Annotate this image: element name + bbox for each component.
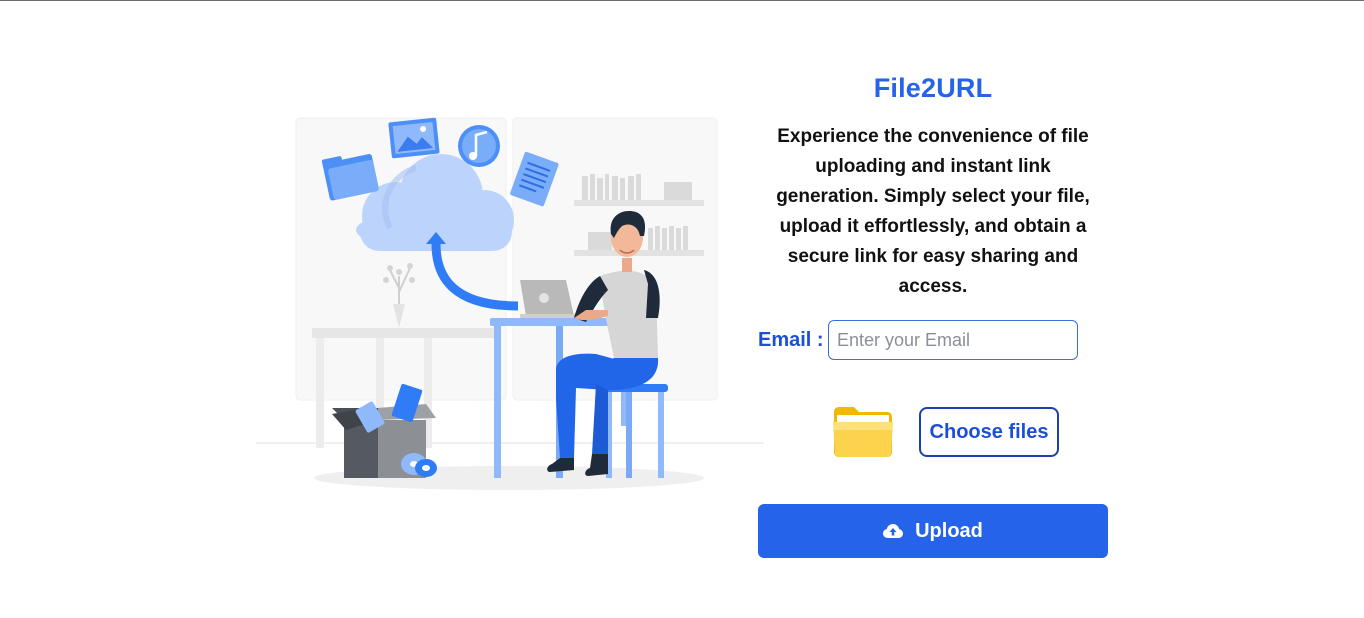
upload-form: Email : Choose files Upload <box>758 70 1108 570</box>
window-top-border <box>0 0 1364 1</box>
upload-button[interactable]: Upload <box>758 504 1108 558</box>
file-upload-illustration <box>256 117 764 490</box>
cloud-upload-icon <box>883 524 904 538</box>
upload-button-label: Upload <box>915 519 983 542</box>
email-row: Email : <box>758 320 1108 360</box>
email-label: Email : <box>758 329 824 351</box>
email-input[interactable] <box>828 320 1078 360</box>
folder-icon <box>833 407 893 457</box>
choose-files-button[interactable]: Choose files <box>919 407 1059 457</box>
